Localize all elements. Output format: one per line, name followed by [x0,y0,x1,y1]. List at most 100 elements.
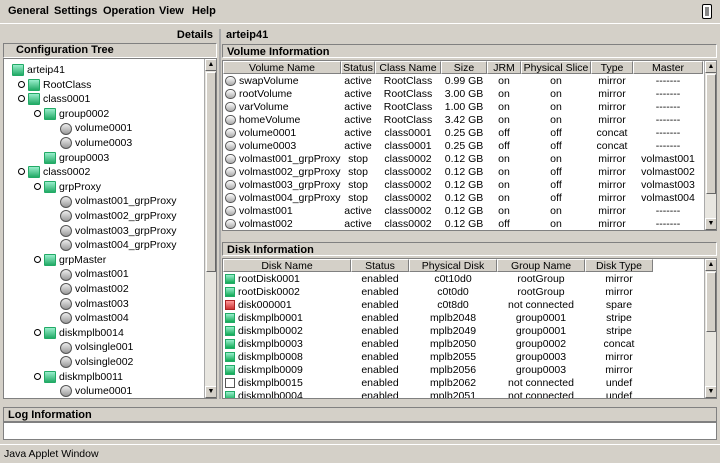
column-header[interactable]: Volume Name [223,61,341,74]
table-row[interactable]: volmast002 active class0002 0.12 GB off on mir… [223,218,703,230]
tree-node[interactable]: volsingle001 [60,340,133,354]
table-row[interactable]: volmast004_grpProxy stop class0002 0.12 GB o… [223,192,703,205]
table-row[interactable]: volume0003 active class0001 0.25 GB off off co… [223,140,703,153]
column-header[interactable]: Physical Disk [409,259,497,272]
trash-icon[interactable] [702,4,712,19]
menu-general[interactable]: General [8,5,49,17]
configuration-tree[interactable]: ▲ ▼ arteip41 RootClass class0001 group0002 v… [3,58,217,399]
menu-help[interactable]: Help [192,5,216,17]
scroll-thumb[interactable] [706,74,716,194]
table-cell: on [498,192,510,204]
tree-node[interactable]: grpProxy [34,180,101,194]
tree-node[interactable]: RootClass [18,78,91,92]
column-header[interactable]: Master [633,61,703,74]
tree-node[interactable]: volmast001_grpProxy [60,194,177,208]
table-cell: ------- [655,127,681,139]
volume-icon [60,122,72,135]
scroll-up-arrow-icon[interactable]: ▲ [705,61,716,73]
tree-scrollbar[interactable]: ▲ ▼ [204,59,216,398]
column-header[interactable]: Class Name [375,61,441,74]
column-header[interactable]: Group Name [497,259,585,272]
expand-toggle-icon[interactable] [34,328,41,336]
table-header: Disk Name Status Physical Disk Group Name Di… [223,259,653,272]
tree-node[interactable]: diskmplb0011 [34,370,123,384]
table-row[interactable]: volmast001_grpProxy stop class0002 0.12 GB o… [223,153,703,166]
table-cell: active [344,140,372,152]
table-scrollbar[interactable]: ▲ ▼ [704,259,716,398]
table-row[interactable]: rootVolume active RootClass 3.00 GB on on mirr… [223,88,703,101]
scroll-thumb[interactable] [206,72,216,272]
tree-node-label: volmast003 [75,297,129,310]
tree-node[interactable]: class0001 [18,92,90,106]
table-row[interactable]: volmast001 active class0002 0.12 GB on on mirr… [223,205,703,218]
scroll-thumb[interactable] [706,272,716,332]
table-cell: swapVolume [223,75,341,88]
tree-node-label: volmast004 [75,312,129,325]
tree-node[interactable]: volmast004 [60,311,129,325]
table-row[interactable]: diskmplb0009 enabled mplb2056 group0003 mirr… [223,364,653,377]
tree-node[interactable]: class0002 [18,165,90,179]
tree-node[interactable]: grpMaster [34,253,106,267]
column-header[interactable]: Physical Slice [521,61,591,74]
scroll-up-arrow-icon[interactable]: ▲ [705,259,716,271]
expand-toggle-icon[interactable] [34,372,41,380]
tree-node[interactable]: volmast003 [60,297,129,311]
tree-node[interactable]: volmast002_grpProxy [60,209,177,223]
tree-node[interactable]: group0002 [34,107,109,121]
expand-toggle-icon[interactable] [34,182,41,190]
menu-settings[interactable]: Settings [54,5,97,17]
tree-node[interactable]: volmast003_grpProxy [60,224,177,238]
column-header[interactable]: Size [441,61,487,74]
table-row[interactable]: varVolume active RootClass 1.00 GB on on mirro… [223,101,703,114]
expand-toggle-icon[interactable] [18,168,25,176]
table-row[interactable]: swapVolume active RootClass 0.99 GB on on mirr… [223,75,703,88]
table-cell: 0.12 GB [444,179,484,191]
menu-operation[interactable]: Operation [103,5,155,17]
column-header[interactable]: JRM [487,61,521,74]
volume-table[interactable]: Volume Name Status Class Name Size JRM Physic… [222,60,717,231]
table-row[interactable]: rootDisk0002 enabled c0t0d0 rootGroup mirror [223,286,653,299]
column-header[interactable]: Disk Name [223,259,351,272]
tree-node[interactable]: diskmplb0014 [34,326,124,340]
table-cell: mplb2062 [429,377,477,389]
disk-table[interactable]: Disk Name Status Physical Disk Group Name Di… [222,258,717,399]
column-header[interactable]: Status [341,61,375,74]
table-row[interactable]: diskmplb0015 enabled mplb2062 not connected… [223,377,653,390]
tree-node[interactable]: arteip41 [12,63,65,77]
scroll-up-arrow-icon[interactable]: ▲ [205,59,216,71]
table-row[interactable]: volmast003_grpProxy stop class0002 0.12 GB o… [223,179,703,192]
tree-node[interactable]: group0003 [44,151,109,165]
column-header[interactable]: Type [591,61,633,74]
table-row[interactable]: diskmplb0004 enabled mplb2051 not connected… [223,390,653,398]
expand-toggle-icon[interactable] [34,255,41,263]
table-row[interactable]: homeVolume active RootClass 3.42 GB on on mirr… [223,114,703,127]
expand-toggle-icon[interactable] [34,109,41,117]
menu-view[interactable]: View [159,5,184,17]
tree-node[interactable]: volmast001 [60,267,129,281]
table-row[interactable]: disk000001 enabled c0t8d0 not connected spar… [223,299,653,312]
log-area[interactable] [3,422,717,440]
splitter[interactable] [219,29,221,399]
table-row[interactable]: diskmplb0001 enabled mplb2048 group0001 stri… [223,312,653,325]
tree-node[interactable]: volume0001 [60,384,132,398]
table-row[interactable]: diskmplb0008 enabled mplb2055 group0003 mirr… [223,351,653,364]
tree-node[interactable]: volmast004_grpProxy [60,238,177,252]
tree-node[interactable]: volume0003 [60,136,132,150]
scroll-down-arrow-icon[interactable]: ▼ [705,386,716,398]
volume-icon [225,193,236,204]
tree-node[interactable]: volmast002 [60,282,129,296]
table-row[interactable]: diskmplb0002 enabled mplb2049 group0001 stri… [223,325,653,338]
table-row[interactable]: volmast002_grpProxy stop class0002 0.12 GB o… [223,166,703,179]
table-row[interactable]: diskmplb0003 enabled mplb2050 group0002 conc… [223,338,653,351]
table-row[interactable]: rootDisk0001 enabled c0t10d0 rootGroup mirro… [223,273,653,286]
scroll-down-arrow-icon[interactable]: ▼ [705,218,716,230]
column-header[interactable]: Disk Type [585,259,653,272]
tree-node[interactable]: volume0001 [60,121,132,135]
expand-toggle-icon[interactable] [18,95,25,103]
column-header[interactable]: Status [351,259,409,272]
table-scrollbar[interactable]: ▲ ▼ [704,61,716,230]
tree-node[interactable]: volsingle002 [60,355,133,369]
table-row[interactable]: volume0001 active class0001 0.25 GB off off co… [223,127,703,140]
expand-toggle-icon[interactable] [18,80,25,88]
scroll-down-arrow-icon[interactable]: ▼ [205,386,216,398]
